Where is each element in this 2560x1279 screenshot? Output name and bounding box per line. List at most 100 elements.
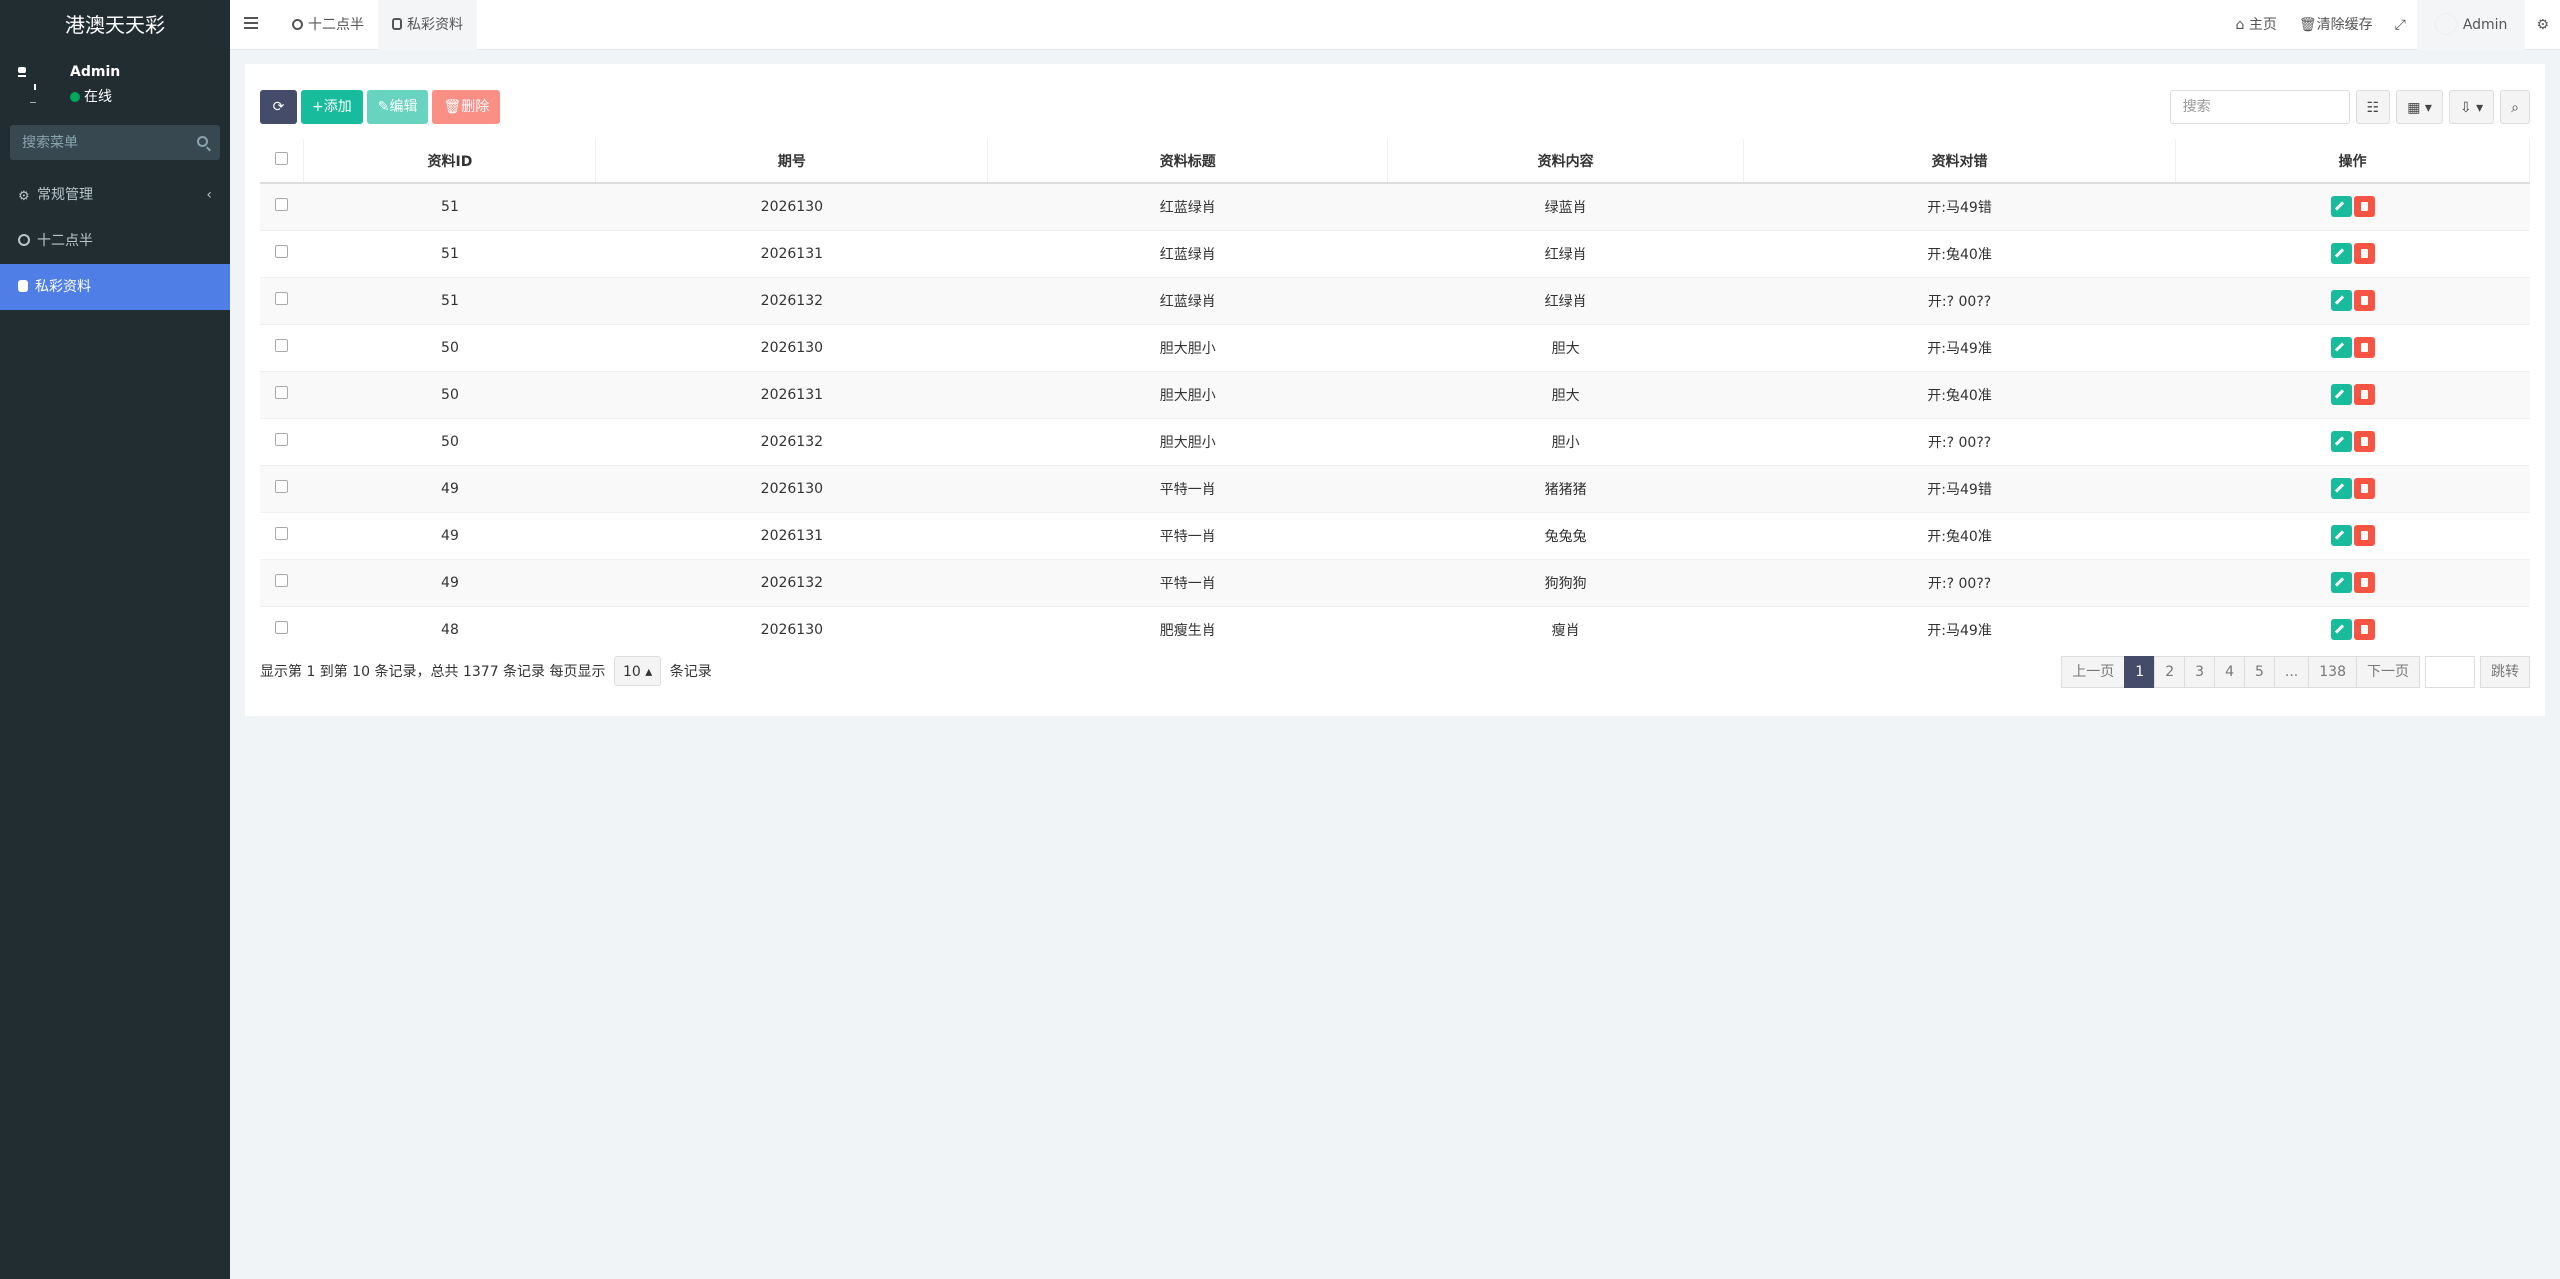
page-button[interactable]: 138 — [2308, 656, 2357, 688]
row-checkbox[interactable] — [275, 480, 289, 493]
home-link[interactable]: ⌂ 主页 — [2224, 0, 2287, 50]
sidebar-item-twelve-half[interactable]: 十二点半 — [0, 218, 230, 264]
page-button[interactable]: ... — [2273, 656, 2310, 688]
row-select-cell[interactable] — [260, 558, 304, 606]
column-header[interactable]: 资料内容 — [1387, 139, 1745, 184]
delete-row-button[interactable] — [2353, 619, 2375, 641]
menu-toggle-icon[interactable] — [244, 17, 258, 29]
column-header[interactable]: 资料对错 — [1743, 139, 2177, 184]
edit-row-button[interactable] — [2330, 337, 2352, 358]
user-menu[interactable]: Admin — [2416, 0, 2526, 50]
page-button[interactable]: 1 — [2124, 656, 2156, 688]
delete-button[interactable]: 🗑删除 — [432, 90, 501, 124]
table-row[interactable]: 48 2026130 肥瘦生肖 瘦肖 开:马49准 — [260, 605, 2530, 653]
refresh-button[interactable]: ⟳ — [260, 90, 297, 124]
delete-row-button[interactable] — [2353, 478, 2375, 499]
row-checkbox[interactable] — [275, 574, 289, 587]
row-checkbox[interactable] — [275, 198, 289, 212]
delete-row-button[interactable] — [2353, 572, 2375, 593]
menu-search-input[interactable] — [10, 125, 220, 160]
select-all-checkbox[interactable] — [275, 152, 289, 165]
clear-cache-button[interactable]: 🗑清除缓存 — [2288, 0, 2384, 50]
row-checkbox[interactable] — [275, 245, 289, 258]
home-icon: ⌂ — [2235, 17, 2249, 33]
jump-page-input[interactable] — [2425, 656, 2475, 688]
row-select-cell[interactable] — [260, 370, 304, 418]
row-select-cell[interactable] — [260, 417, 304, 465]
row-checkbox[interactable] — [275, 433, 289, 446]
row-select-cell[interactable] — [260, 323, 304, 371]
table-cell: 兔兔兔 — [1387, 511, 1744, 559]
table-search-input[interactable] — [2169, 90, 2350, 124]
table-row[interactable]: 49 2026132 平特一肖 狗狗狗 开:? 00?? — [260, 558, 2530, 606]
row-checkbox[interactable] — [275, 339, 289, 352]
delete-row-button[interactable] — [2353, 384, 2375, 405]
row-select-cell[interactable] — [260, 464, 304, 512]
row-select-cell[interactable] — [260, 511, 304, 559]
row-checkbox[interactable] — [275, 527, 289, 540]
sidebar-item-general[interactable]: ⚙ 常规管理 ‹ — [0, 172, 230, 218]
table-row[interactable]: 49 2026131 平特一肖 兔兔兔 开:兔40准 — [260, 511, 2530, 559]
edit-button[interactable]: ✎编辑 — [366, 90, 429, 124]
table-row[interactable]: 49 2026130 平特一肖 猪猪猪 开:马49错 — [260, 464, 2530, 512]
row-select-cell[interactable] — [260, 229, 304, 277]
tab-twelve-half[interactable]: 十二点半 — [278, 0, 378, 50]
plus-icon: + — [312, 99, 324, 115]
edit-row-button[interactable] — [2330, 619, 2352, 641]
edit-row-button[interactable] — [2330, 525, 2352, 546]
edit-row-button[interactable] — [2330, 478, 2352, 499]
pagination-info: 显示第 1 到第 10 条记录，总共 1377 条记录 每页显示 10 ▴ 条记… — [260, 656, 712, 687]
page-button[interactable]: 2 — [2154, 656, 2186, 688]
fullscreen-button[interactable]: ⤢ — [2384, 0, 2417, 50]
columns-button[interactable]: ▦ ▾ — [2396, 90, 2443, 124]
page-button[interactable]: 5 — [2243, 656, 2275, 688]
delete-row-button[interactable] — [2353, 290, 2375, 311]
jump-button[interactable]: 跳转 — [2480, 656, 2530, 688]
table-cell: 2026131 — [595, 229, 988, 277]
table-row[interactable]: 50 2026130 胆大胆小 胆大 开:马49准 — [260, 323, 2530, 371]
table-row[interactable]: 51 2026130 红蓝绿肖 绿蓝肖 开:马49错 — [260, 182, 2530, 230]
edit-row-button[interactable] — [2330, 243, 2352, 264]
edit-row-button[interactable] — [2330, 431, 2352, 452]
row-checkbox[interactable] — [275, 292, 289, 305]
row-actions — [2175, 229, 2530, 277]
row-select-cell[interactable] — [260, 605, 304, 653]
delete-row-button[interactable] — [2353, 431, 2375, 452]
toggle-view-button[interactable]: ☷ — [2355, 90, 2391, 124]
page-size-select[interactable]: 10 ▴ — [613, 656, 662, 686]
select-all-cell[interactable] — [260, 139, 305, 184]
tab-private-data[interactable]: 私彩资料 — [378, 0, 477, 50]
row-select-cell[interactable] — [260, 276, 304, 324]
edit-row-button[interactable] — [2330, 196, 2352, 218]
delete-row-button[interactable] — [2353, 525, 2375, 546]
add-button[interactable]: +添加 — [301, 90, 363, 124]
column-header[interactable]: 资料标题 — [987, 139, 1389, 184]
settings-button[interactable]: ⚙ — [2525, 0, 2560, 50]
delete-row-button[interactable] — [2353, 196, 2375, 218]
delete-row-button[interactable] — [2353, 243, 2375, 264]
prev-page-button[interactable]: 上一页 — [2061, 656, 2126, 688]
delete-row-button[interactable] — [2353, 337, 2375, 358]
page-button[interactable]: 4 — [2214, 656, 2245, 688]
edit-row-button[interactable] — [2330, 572, 2352, 593]
row-select-cell[interactable] — [260, 182, 304, 230]
table-row[interactable]: 51 2026132 红蓝绿肖 红绿肖 开:? 00?? — [260, 276, 2530, 324]
sidebar-item-private-data[interactable]: 私彩资料 — [0, 264, 230, 310]
row-checkbox[interactable] — [275, 386, 289, 399]
expand-icon: ⤢ — [2394, 17, 2406, 33]
app-logo[interactable]: 港澳天天彩 — [0, 0, 230, 50]
advanced-search-button[interactable]: ⌕ — [2500, 90, 2530, 124]
table-cell: 开:? 00?? — [1743, 558, 2176, 606]
column-header[interactable]: 资料ID — [303, 139, 597, 184]
export-button[interactable]: ⇩ ▾ — [2448, 90, 2495, 124]
next-page-button[interactable]: 下一页 — [2356, 656, 2420, 688]
page-button[interactable]: 3 — [2184, 656, 2216, 688]
row-checkbox[interactable] — [275, 621, 289, 635]
table-row[interactable]: 50 2026132 胆大胆小 胆小 开:? 00?? — [260, 417, 2530, 465]
table-row[interactable]: 51 2026131 红蓝绿肖 红绿肖 开:兔40准 — [260, 229, 2530, 277]
table-row[interactable]: 50 2026131 胆大胆小 胆大 开:兔40准 — [260, 370, 2530, 418]
edit-row-button[interactable] — [2330, 290, 2352, 311]
edit-row-button[interactable] — [2330, 384, 2352, 405]
column-header[interactable]: 期号 — [595, 139, 989, 184]
search-icon[interactable] — [197, 136, 208, 147]
